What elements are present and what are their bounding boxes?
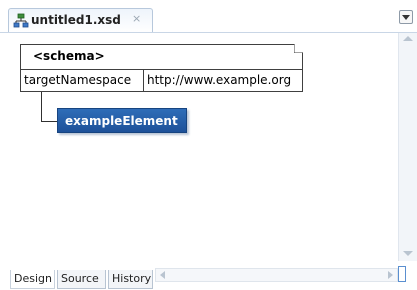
- folded-corner-icon: [294, 44, 303, 53]
- schema-node[interactable]: <schema> targetNamespace http://www.exam…: [20, 44, 303, 92]
- horizontal-scrollbar[interactable]: [155, 268, 398, 282]
- scroll-left-icon[interactable]: [159, 271, 165, 279]
- tab-source[interactable]: Source: [57, 270, 106, 289]
- tab-design[interactable]: Design: [10, 270, 55, 289]
- scroll-up-icon[interactable]: [403, 35, 413, 41]
- vertical-scrollbar[interactable]: [398, 33, 417, 261]
- scroll-right-icon[interactable]: [388, 271, 394, 279]
- close-tab-icon[interactable]: ×: [132, 12, 141, 25]
- schema-attribute-row[interactable]: targetNamespace http://www.example.org: [21, 69, 302, 92]
- element-name: exampleElement: [65, 114, 178, 128]
- chevron-down-icon: [402, 15, 410, 20]
- xsd-file-icon: [13, 13, 29, 29]
- editor-tab-bar: untitled1.xsd ×: [0, 0, 417, 33]
- editor-tab-title: untitled1.xsd: [31, 13, 121, 27]
- attribute-value-cell[interactable]: http://www.example.org: [144, 70, 302, 92]
- element-node[interactable]: exampleElement: [57, 108, 187, 133]
- scroll-down-icon[interactable]: [403, 251, 413, 257]
- tree-connector-line: [41, 92, 58, 122]
- tab-history[interactable]: History: [108, 270, 153, 289]
- split-pane-handle[interactable]: [398, 266, 406, 282]
- bottom-bar: Design Source History: [0, 261, 417, 290]
- editor-tab-untitled1[interactable]: untitled1.xsd ×: [8, 8, 153, 33]
- tab-list-dropdown-button[interactable]: [399, 10, 413, 24]
- schema-title: <schema>: [33, 49, 105, 63]
- attribute-name-cell[interactable]: targetNamespace: [21, 70, 144, 92]
